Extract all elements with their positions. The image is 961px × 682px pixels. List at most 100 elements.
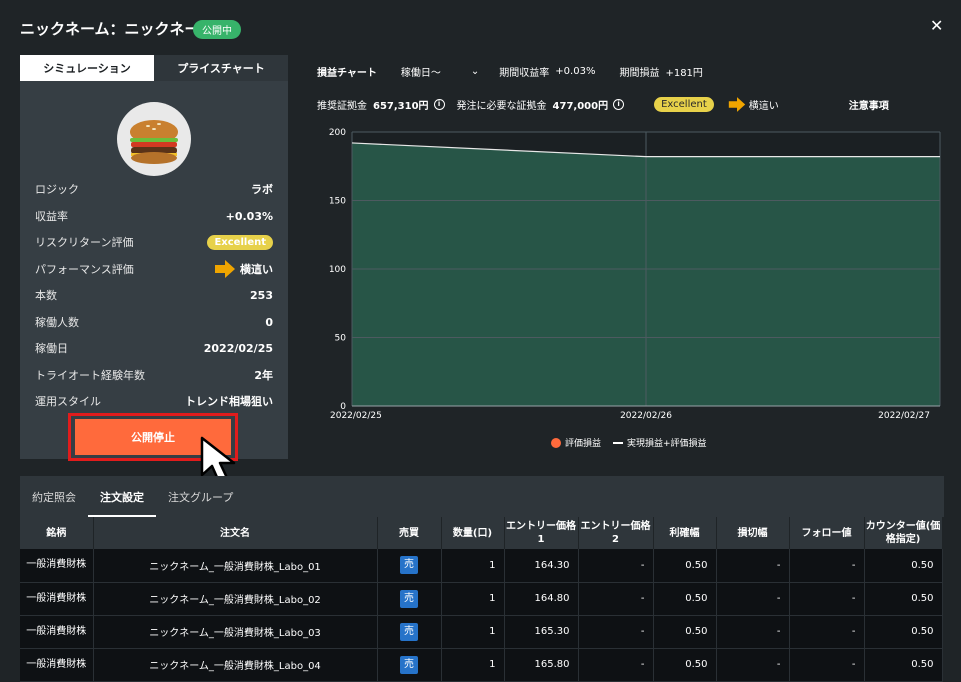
cell-qty: 1 bbox=[441, 549, 505, 583]
strategy-info-panel: ロジック ラボ 収益率 +0.03% リスクリターン評価 Excellent パ… bbox=[20, 81, 288, 461]
table-row[interactable]: 一般消費財株 ニックネーム_一般消費財株_Labo_03 売 1 165.30 … bbox=[20, 615, 943, 649]
cell-take-profit: 0.50 bbox=[653, 582, 717, 616]
legend-eval-label: 評価損益 bbox=[565, 439, 602, 449]
margin-value: 657,310円 bbox=[373, 101, 429, 112]
chart-title: 損益チャート bbox=[317, 68, 377, 79]
info-row-logic: ロジック ラボ bbox=[35, 180, 273, 198]
col-header: 数量(口) bbox=[441, 517, 505, 549]
tab-executions[interactable]: 約定照会 bbox=[20, 476, 88, 517]
table-header-row: 銘柄 注文名 売買 数量(口) エントリー価格1 エントリー価格2 利確幅 損切… bbox=[20, 517, 943, 549]
col-header: エントリー価格2 bbox=[578, 517, 654, 549]
tab-simulation[interactable]: シミュレーション bbox=[20, 55, 154, 81]
cell-symbol: 一般消費財株 bbox=[20, 648, 94, 682]
cell-qty: 1 bbox=[441, 582, 505, 616]
sell-badge: 売 bbox=[400, 622, 418, 641]
info-row-experience: トライオート経験年数 2年 bbox=[35, 366, 273, 384]
cell-symbol: 一般消費財株 bbox=[20, 582, 94, 616]
rating-badge: Excellent bbox=[207, 234, 273, 250]
info-label: 稼働日 bbox=[35, 342, 68, 355]
cell-follow: - bbox=[789, 582, 865, 616]
cell-side: 売 bbox=[377, 549, 442, 583]
arrow-right-icon bbox=[215, 260, 235, 278]
notice-link[interactable]: 注意事項 bbox=[849, 97, 889, 112]
sell-badge: 売 bbox=[400, 589, 418, 608]
col-header: 注文名 bbox=[93, 517, 378, 549]
performance-label: 横這い bbox=[240, 263, 273, 276]
period-return-label: 期間収益率 bbox=[499, 68, 550, 79]
info-icon[interactable]: i bbox=[613, 99, 625, 110]
tab-order-settings[interactable]: 注文設定 bbox=[88, 476, 156, 517]
col-header: フォロー値 bbox=[789, 517, 865, 549]
legend-eval-marker bbox=[551, 437, 561, 448]
info-label: 本数 bbox=[35, 289, 57, 302]
info-icon[interactable]: i bbox=[433, 99, 445, 110]
col-header: 損切幅 bbox=[716, 517, 790, 549]
col-header: 銘柄 bbox=[20, 517, 94, 549]
info-value: 2022/02/25 bbox=[203, 341, 273, 355]
avatar bbox=[117, 102, 191, 176]
table-row[interactable]: 一般消費財株 ニックネーム_一般消費財株_Labo_02 売 1 164.80 … bbox=[20, 582, 943, 616]
info-value: 2年 bbox=[254, 369, 273, 382]
required-margin-label: 発注に必要な証拠金 bbox=[456, 101, 547, 112]
cell-entry2: - bbox=[578, 582, 654, 616]
pl-chart: 0501001502002022/02/25 2022/02/26 2022/02/… bbox=[329, 128, 941, 421]
close-icon[interactable]: ✕ bbox=[930, 16, 943, 35]
cell-stop-loss: - bbox=[716, 549, 790, 583]
page-title: ニックネーム：ニックネーム bbox=[20, 20, 215, 38]
rating-badge: Excellent bbox=[654, 97, 714, 112]
modal-header: ニックネーム：ニックネーム 公開中 ✕ bbox=[0, 0, 961, 55]
cell-take-profit: 0.50 bbox=[653, 615, 717, 649]
arrow-right-icon bbox=[728, 97, 745, 112]
col-header: 売買 bbox=[377, 517, 442, 549]
info-label: パフォーマンス評価 bbox=[35, 263, 134, 276]
cell-symbol: 一般消費財株 bbox=[20, 615, 94, 649]
cell-side: 売 bbox=[377, 648, 442, 682]
tab-price-chart[interactable]: プライスチャート bbox=[154, 55, 288, 81]
info-value: トレンド相場狙い bbox=[185, 395, 273, 408]
cell-entry1: 165.80 bbox=[504, 648, 579, 682]
period-pl-value: +181円 bbox=[665, 68, 703, 79]
margin-label: 推奨証拠金 bbox=[317, 101, 367, 112]
cell-follow: - bbox=[789, 615, 865, 649]
cell-entry2: - bbox=[578, 549, 654, 583]
col-header: エントリー価格1 bbox=[504, 517, 579, 549]
cell-order-name: ニックネーム_一般消費財株_Labo_02 bbox=[93, 582, 378, 616]
cell-qty: 1 bbox=[441, 615, 505, 649]
cell-counter: 0.50 bbox=[864, 582, 943, 616]
info-label: 稼働人数 bbox=[35, 316, 79, 329]
info-value: 0 bbox=[265, 315, 273, 329]
cell-follow: - bbox=[789, 549, 865, 583]
table-row[interactable]: 一般消費財株 ニックネーム_一般消費財株_Labo_04 売 1 165.80 … bbox=[20, 648, 943, 682]
chart-legend: 評価損益 実現損益+評価損益 bbox=[551, 436, 707, 449]
info-label: 収益率 bbox=[35, 210, 68, 223]
y-tick-label: 200 bbox=[329, 128, 346, 138]
cell-take-profit: 0.50 bbox=[653, 549, 717, 583]
info-row-count: 本数 253 bbox=[35, 286, 273, 304]
tab-order-groups[interactable]: 注文グループ bbox=[156, 476, 245, 517]
legend-total-label: 実現損益+評価損益 bbox=[627, 439, 707, 449]
cell-symbol: 一般消費財株 bbox=[20, 549, 94, 583]
x-tick-label: 2022/02/27 bbox=[878, 411, 930, 421]
info-row-start-date: 稼働日 2022/02/25 bbox=[35, 339, 273, 357]
table-row[interactable]: 一般消費財株 ニックネーム_一般消費財株_Labo_01 売 1 164.30 … bbox=[20, 549, 943, 583]
info-value: +0.03% bbox=[225, 209, 273, 223]
info-value: ラボ bbox=[251, 183, 273, 196]
cell-order-name: ニックネーム_一般消費財株_Labo_03 bbox=[93, 615, 378, 649]
info-label: 運用スタイル bbox=[35, 395, 101, 408]
cell-entry2: - bbox=[578, 615, 654, 649]
info-row-style: 運用スタイル トレンド相場狙い bbox=[35, 392, 273, 410]
cell-order-name: ニックネーム_一般消費財株_Labo_04 bbox=[93, 648, 378, 682]
cell-order-name: ニックネーム_一般消費財株_Labo_01 bbox=[93, 549, 378, 583]
cell-qty: 1 bbox=[441, 648, 505, 682]
cell-follow: - bbox=[789, 648, 865, 682]
bottom-tabs: 約定照会 注文設定 注文グループ bbox=[20, 476, 944, 517]
chart-header: 損益チャート 稼働日〜 ⌄ 期間収益率 +0.03% 期間損益 +181円 bbox=[317, 64, 703, 79]
cell-entry1: 165.30 bbox=[504, 615, 579, 649]
period-select[interactable]: 稼働日〜 ⌄ bbox=[401, 64, 479, 79]
cell-entry1: 164.30 bbox=[504, 549, 579, 583]
burger-icon bbox=[130, 120, 178, 164]
info-value: 253 bbox=[250, 288, 273, 302]
cell-counter: 0.50 bbox=[864, 648, 943, 682]
order-table: 銘柄 注文名 売買 数量(口) エントリー価格1 エントリー価格2 利確幅 損切… bbox=[20, 517, 943, 682]
sell-badge: 売 bbox=[400, 655, 418, 674]
